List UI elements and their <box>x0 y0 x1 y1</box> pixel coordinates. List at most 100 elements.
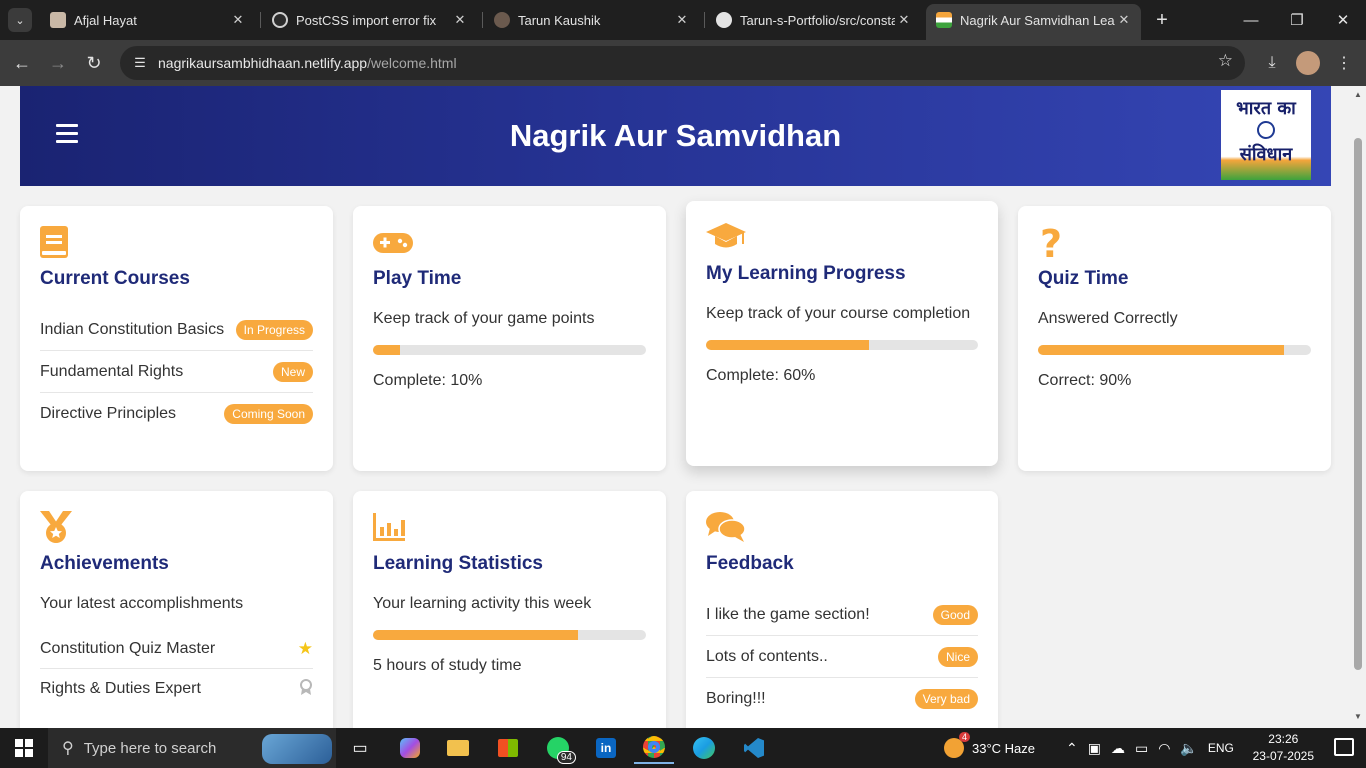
card-description: Answered Correctly <box>1038 310 1178 327</box>
system-tray: ⌃ ▣ ☁ ▭ ◠ 🔈 ENG <box>1066 728 1234 768</box>
card-title: Feedback <box>706 553 794 574</box>
chat-bubbles-icon <box>706 512 746 542</box>
profile-avatar[interactable] <box>1296 51 1320 75</box>
url-text[interactable]: nagrikaursambhidhaan.netlify.app/welcome… <box>158 55 457 71</box>
close-tab-icon[interactable]: ✕ <box>451 12 469 28</box>
close-tab-icon[interactable]: ✕ <box>673 12 691 28</box>
close-window-button[interactable]: ✕ <box>1320 6 1366 34</box>
quiz-time-card: ? Quiz Time Answered Correctly Correct: … <box>1018 206 1331 471</box>
achievement-label: Constitution Quiz Master <box>40 639 216 657</box>
tab-divider <box>260 12 261 28</box>
award-icon <box>299 679 313 699</box>
play-time-card: Play Time Keep track of your game points… <box>353 206 666 471</box>
status-badge: Coming Soon <box>224 404 313 424</box>
learning-statistics-card: Learning Statistics Your learning activi… <box>353 491 666 728</box>
url-path: /welcome.html <box>367 55 457 71</box>
feedback-label: I like the game section! <box>706 605 870 623</box>
card-title: Play Time <box>373 268 462 289</box>
tab-github-portfolio[interactable]: Tarun-s-Portfolio/src/constan ✕ <box>706 6 921 34</box>
ashoka-chakra-icon <box>1257 121 1275 139</box>
weather-alert-badge: 4 <box>958 732 970 742</box>
feedback-item[interactable]: Boring!!! Very bad <box>706 678 978 720</box>
cloud-icon[interactable]: ☁ <box>1111 740 1125 757</box>
course-item[interactable]: Directive Principles Coming Soon <box>40 393 313 435</box>
profile-favicon-icon <box>50 12 66 28</box>
clock-date: 23-07-2025 <box>1252 749 1314 763</box>
battery-icon[interactable]: ▭ <box>1135 740 1148 757</box>
bar-chart-icon <box>373 513 405 541</box>
weather-icon: 4 <box>944 732 970 758</box>
status-badge: In Progress <box>235 319 313 340</box>
windows-start-button[interactable] <box>0 728 48 768</box>
study-time-text: 5 hours of study time <box>373 657 522 674</box>
achievement-list: Constitution Quiz Master ★ Rights & Duti… <box>40 629 313 709</box>
task-view-icon[interactable]: ▭ <box>340 732 380 764</box>
tab-postcss-import-error[interactable]: PostCSS import error fix ✕ <box>262 6 477 34</box>
wifi-icon[interactable]: ◠ <box>1158 740 1170 757</box>
feedback-item[interactable]: I like the game section! Good <box>706 594 978 636</box>
course-item[interactable]: Indian Constitution Basics In Progress <box>40 309 313 351</box>
file-explorer-icon[interactable] <box>438 732 478 764</box>
back-button[interactable]: ← <box>8 49 36 77</box>
whatsapp-icon[interactable]: 94 <box>538 732 578 764</box>
tab-nagrik-aur-samvidhan[interactable]: Nagrik Aur Samvidhan Learn ✕ <box>926 4 1141 40</box>
achievement-item[interactable]: Rights & Duties Expert <box>40 669 313 709</box>
graduation-cap-icon <box>706 223 746 248</box>
card-description: Your latest accomplishments <box>40 595 244 612</box>
speaker-icon[interactable]: 🔈 <box>1180 740 1197 757</box>
book-icon <box>40 226 68 258</box>
forward-button[interactable]: → <box>44 49 72 77</box>
notification-center-icon[interactable] <box>1334 738 1354 756</box>
learning-progress-card: My Learning Progress Keep track of your … <box>686 201 998 466</box>
copilot-icon[interactable] <box>390 732 430 764</box>
site-settings-icon[interactable]: ☰ <box>128 51 152 75</box>
reload-button[interactable]: ↻ <box>80 49 108 77</box>
tab-search-chevron-icon[interactable]: ⌄ <box>8 8 32 32</box>
tab-afjal-hayat[interactable]: Afjal Hayat ✕ <box>40 6 255 34</box>
show-hidden-icons-chevron-icon[interactable]: ⌃ <box>1066 740 1078 757</box>
course-item[interactable]: Fundamental Rights New <box>40 351 313 393</box>
vscode-icon[interactable] <box>734 732 774 764</box>
edge-icon[interactable] <box>684 732 724 764</box>
minimize-button[interactable]: — <box>1228 6 1274 34</box>
close-tab-icon[interactable]: ✕ <box>229 12 247 28</box>
weather-widget[interactable]: 4 33°C Haze <box>944 728 1035 768</box>
tab-title: Tarun Kaushik <box>518 12 601 28</box>
meet-now-icon[interactable]: ▣ <box>1088 740 1101 757</box>
progress-fill <box>1038 345 1284 355</box>
weather-text: 33°C Haze <box>972 740 1036 756</box>
logo-line-1: भारत का <box>1236 98 1296 119</box>
achievement-item[interactable]: Constitution Quiz Master ★ <box>40 629 313 669</box>
scrollbar-thumb[interactable] <box>1354 138 1362 670</box>
page-scrollbar[interactable]: ▲ ▼ <box>1350 86 1366 728</box>
new-tab-button[interactable]: + <box>1150 8 1174 32</box>
taskbar-clock[interactable]: 23:26 23-07-2025 <box>1253 731 1314 765</box>
language-indicator[interactable]: ENG <box>1208 741 1234 755</box>
scroll-down-arrow-icon[interactable]: ▼ <box>1354 712 1362 721</box>
page-viewport: Nagrik Aur Samvidhan भारत का संविधान Cur… <box>0 86 1350 728</box>
linkedin-icon[interactable]: in <box>586 732 626 764</box>
downloads-icon[interactable]: ⤓ <box>1260 51 1284 75</box>
card-title: Learning Statistics <box>373 553 543 574</box>
address-bar[interactable]: ☰ nagrikaursambhidhaan.netlify.app/welco… <box>120 46 1245 80</box>
close-tab-icon[interactable]: ✕ <box>895 12 913 28</box>
progress-fill <box>373 630 578 640</box>
bookmark-star-icon[interactable]: ☆ <box>1218 51 1233 71</box>
game-points-progress-bar <box>373 345 646 355</box>
chrome-icon[interactable] <box>634 732 674 764</box>
quiz-correct-progress-bar <box>1038 345 1311 355</box>
scroll-up-arrow-icon[interactable]: ▲ <box>1354 90 1362 99</box>
feedback-item[interactable]: Lots of contents.. Nice <box>706 636 978 678</box>
tab-tarun-kaushik[interactable]: Tarun Kaushik ✕ <box>484 6 699 34</box>
progress-fill <box>373 345 401 355</box>
restore-button[interactable]: ❐ <box>1274 6 1320 34</box>
taskbar-search-box[interactable]: ⚲ Type here to search <box>48 728 336 768</box>
question-mark-icon: ? <box>1040 226 1062 258</box>
tab-title: Tarun-s-Portfolio/src/constan <box>740 12 895 28</box>
weekly-activity-progress-bar <box>373 630 646 640</box>
close-tab-icon[interactable]: ✕ <box>1115 12 1133 28</box>
whatsapp-unread-badge: 94 <box>556 751 576 764</box>
course-label: Directive Principles <box>40 405 177 422</box>
microsoft-store-icon[interactable] <box>488 732 528 764</box>
more-menu-icon[interactable]: ⋮ <box>1332 51 1356 75</box>
